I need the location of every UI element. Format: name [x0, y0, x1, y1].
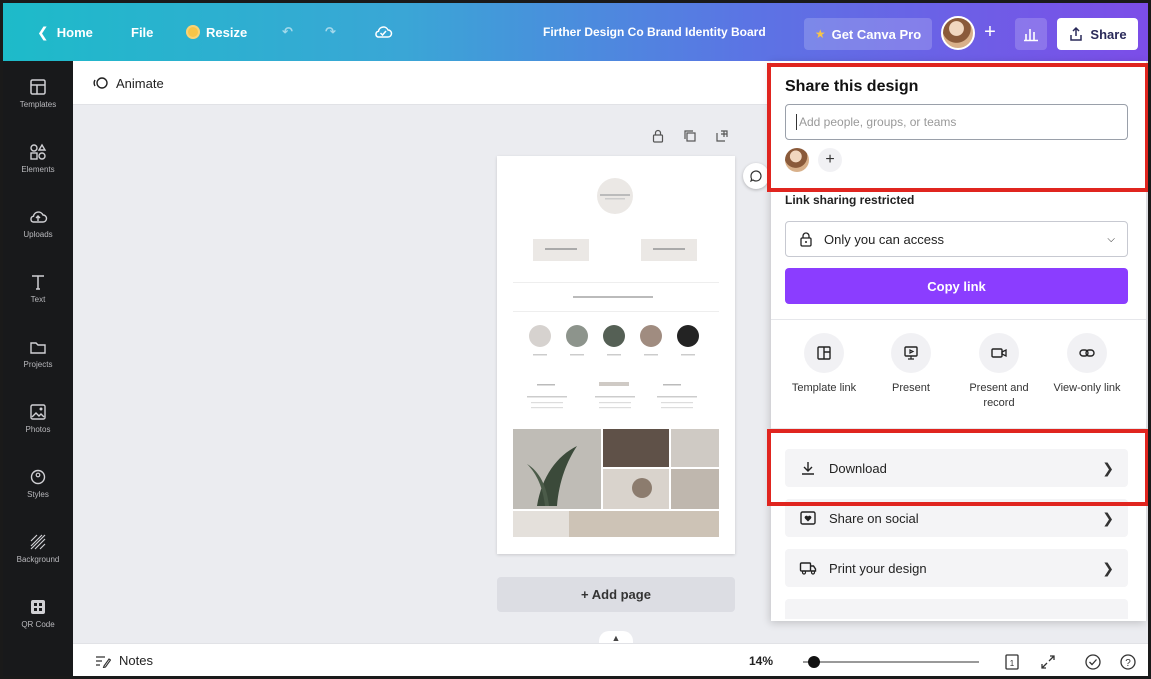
swatch-4	[640, 325, 662, 347]
get-canva-pro-button[interactable]: ★ Get Canva Pro	[804, 18, 932, 50]
view-only-link-option[interactable]: View-only link	[1047, 333, 1127, 396]
sidebar-item-styles[interactable]: Styles	[3, 467, 73, 523]
comment-icon[interactable]	[743, 163, 769, 189]
chevron-right-icon: ❯	[1102, 559, 1114, 576]
animate-button[interactable]: Animate	[93, 71, 164, 95]
app-window: ❮ Home File Resize ↶ ↷ Firther Design Co…	[0, 0, 1151, 679]
page-count-icon[interactable]: 1	[1003, 653, 1021, 671]
palette-icon	[30, 469, 46, 485]
template-link-option[interactable]: Template link	[784, 333, 864, 396]
more-options-row[interactable]	[785, 599, 1128, 619]
check-circle-icon[interactable]	[1084, 653, 1102, 671]
sidebar-item-text[interactable]: Text	[3, 272, 73, 328]
insights-button[interactable]	[1015, 18, 1047, 50]
sidebar-item-templates[interactable]: Templates	[3, 77, 73, 133]
record-icon	[979, 333, 1019, 373]
left-sidebar: Templates Elements Uploads Text Projects…	[3, 61, 73, 676]
heart-icon	[800, 511, 816, 525]
zoom-slider[interactable]	[803, 656, 979, 668]
present-option[interactable]: Present	[871, 333, 951, 396]
resize-button[interactable]: Resize	[186, 3, 247, 61]
text-icon	[32, 275, 44, 290]
top-bar: ❮ Home File Resize ↶ ↷ Firther Design Co…	[3, 3, 1148, 61]
star-icon: ★	[814, 27, 826, 41]
background-icon	[30, 534, 46, 550]
elements-icon	[30, 143, 47, 160]
user-avatar[interactable]	[941, 16, 975, 50]
undo-icon[interactable]: ↶	[282, 3, 293, 61]
template-icon	[804, 333, 844, 373]
swatch-5	[677, 325, 699, 347]
animate-icon	[93, 77, 108, 89]
truck-icon	[799, 562, 817, 575]
swatch-1	[529, 325, 551, 347]
editor-toolbar: Animate	[73, 61, 773, 105]
photos-icon	[30, 404, 46, 420]
file-menu[interactable]: File	[131, 3, 153, 61]
qr-code-icon	[31, 600, 45, 614]
sidebar-item-photos[interactable]: Photos	[3, 402, 73, 458]
design-title[interactable]: Firther Design Co Brand Identity Board	[543, 3, 766, 61]
present-icon	[891, 333, 931, 373]
sidebar-item-qr-code[interactable]: QR Code	[3, 597, 73, 653]
redo-icon[interactable]: ↷	[325, 3, 336, 61]
crown-icon	[186, 25, 200, 39]
chevron-down-icon: ⌵	[1107, 233, 1115, 245]
svg-text:?: ?	[1125, 658, 1131, 669]
sidebar-item-elements[interactable]: Elements	[3, 142, 73, 198]
help-icon[interactable]: ?	[1119, 653, 1137, 671]
design-page[interactable]	[497, 156, 735, 554]
share-section-highlight	[767, 63, 1148, 192]
swatch-2	[566, 325, 588, 347]
add-page-button[interactable]: + Add page	[497, 577, 735, 612]
notes-icon	[96, 655, 111, 668]
zoom-slider-knob[interactable]	[807, 656, 820, 668]
copy-link-button[interactable]: Copy link	[785, 268, 1128, 304]
design-preview	[513, 178, 719, 537]
add-collaborator-button[interactable]: +	[979, 21, 1001, 43]
folder-icon	[30, 342, 46, 354]
bar-chart-icon	[1024, 29, 1038, 42]
uploads-icon	[30, 211, 48, 223]
sidebar-item-background[interactable]: Background	[3, 532, 73, 588]
notes-button[interactable]: Notes	[95, 653, 153, 668]
chevron-left-icon: ❮	[37, 23, 49, 40]
swatch-3	[603, 325, 625, 347]
link-sharing-label: Link sharing restricted	[785, 193, 915, 207]
svg-text:1: 1	[1010, 659, 1015, 668]
fullscreen-icon[interactable]	[1039, 653, 1057, 671]
page-tools	[651, 129, 729, 143]
divider	[771, 319, 1146, 320]
present-and-record-option[interactable]: Present and record	[959, 333, 1039, 411]
home-button[interactable]: ❮ Home	[37, 3, 93, 61]
download-highlight	[767, 429, 1148, 506]
zoom-level[interactable]: 14%	[749, 654, 773, 668]
sidebar-item-projects[interactable]: Projects	[3, 337, 73, 393]
access-dropdown[interactable]: Only you can access ⌵	[785, 221, 1128, 257]
cloud-saved-icon[interactable]	[373, 3, 393, 61]
duplicate-page-icon[interactable]	[683, 129, 697, 143]
add-page-icon[interactable]	[715, 129, 729, 143]
bottom-bar: Notes 14% 1 ?	[73, 643, 1148, 676]
share-button[interactable]: Share	[1057, 18, 1138, 50]
color-swatches	[529, 325, 699, 347]
print-your-design-row[interactable]: Print your design ❯	[785, 549, 1128, 587]
chevron-right-icon: ❯	[1102, 509, 1114, 526]
lock-icon[interactable]	[651, 129, 665, 143]
templates-icon	[30, 79, 46, 95]
share-icon	[1070, 26, 1083, 41]
lock-icon	[800, 232, 812, 247]
sidebar-item-uploads[interactable]: Uploads	[3, 207, 73, 263]
link-icon	[1067, 333, 1107, 373]
